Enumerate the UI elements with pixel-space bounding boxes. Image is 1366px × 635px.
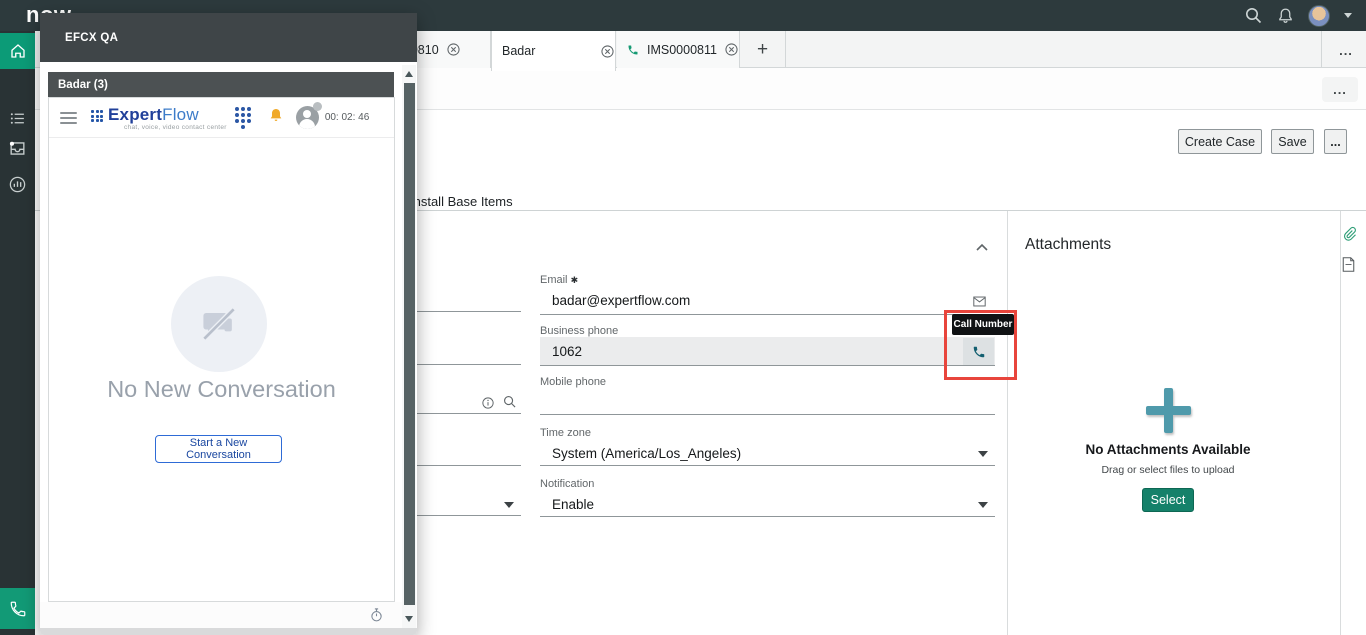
email-field-label: Email ✱: [540, 274, 578, 286]
conversation-accordion-header[interactable]: Badar (3): [48, 72, 394, 97]
sidebar-item-lists[interactable]: [0, 105, 35, 131]
tab-close-icon[interactable]: [601, 45, 614, 58]
notification-label: Notification: [540, 478, 594, 490]
info-icon[interactable]: [482, 396, 494, 414]
overlay-title-bar[interactable]: EFCX QA: [40, 13, 417, 62]
tab-close-icon[interactable]: [725, 43, 738, 56]
notification-dropdown-caret-icon[interactable]: [978, 502, 988, 508]
add-attachment-plus-icon[interactable]: [1146, 388, 1191, 433]
tab-install-base-items[interactable]: Install Base Items: [410, 194, 513, 209]
call-timer: 00: 02: 46: [325, 112, 369, 123]
select-files-button[interactable]: Select: [1142, 488, 1194, 512]
time-zone-value[interactable]: System (America/Los_Angeles): [552, 446, 741, 461]
time-zone-label: Time zone: [540, 427, 591, 439]
toolbar-more-button[interactable]: ...: [1324, 129, 1347, 154]
mobile-phone-underline[interactable]: [540, 414, 995, 415]
business-phone-label: Business phone: [540, 325, 618, 337]
start-conversation-button[interactable]: Start a New Conversation: [155, 435, 282, 463]
tab-label: Badar: [502, 44, 535, 58]
notes-document-icon[interactable]: [1342, 257, 1355, 277]
chevron-down-icon[interactable]: [504, 502, 514, 508]
create-case-button[interactable]: Create Case: [1178, 129, 1262, 154]
tab-close-icon[interactable]: [447, 43, 460, 56]
attachments-empty-title: No Attachments Available: [1038, 442, 1298, 457]
save-button[interactable]: Save: [1271, 129, 1314, 154]
hamburger-menu-icon[interactable]: [60, 109, 77, 127]
paperclip-attachments-icon[interactable]: [1342, 226, 1357, 247]
email-field-value[interactable]: badar@expertflow.com: [552, 293, 690, 308]
efcx-overlay-panel: EFCX QA Badar (3) ExpertFlow chat, voice…: [40, 13, 417, 635]
notification-underline: [540, 516, 995, 517]
notifications-bell-icon[interactable]: [1276, 7, 1294, 25]
overlay-scrollbar[interactable]: [402, 65, 416, 628]
expertflow-widget: ExpertFlow chat, voice, video contact ce…: [48, 97, 395, 602]
panel-divider: [1007, 211, 1008, 635]
dialpad-icon[interactable]: [235, 107, 251, 129]
widget-bell-icon[interactable]: [268, 107, 284, 128]
email-field-underline: [540, 314, 995, 315]
time-zone-underline: [540, 465, 995, 466]
tab-label: IMS0000811: [647, 43, 717, 57]
annotation-highlight-rectangle: [944, 310, 1017, 380]
user-avatar[interactable]: [1308, 5, 1330, 27]
rail-divider: [1340, 211, 1341, 635]
tab-overflow-button[interactable]: ...: [1331, 39, 1361, 61]
sidebar-item-analytics[interactable]: [0, 169, 35, 199]
business-phone-input[interactable]: 1062: [540, 337, 995, 366]
tab-bar-divider: [1321, 31, 1322, 68]
notification-value[interactable]: Enable: [552, 497, 594, 512]
expertflow-tagline: chat, voice, video contact center: [124, 124, 227, 131]
search-icon[interactable]: [1244, 7, 1262, 25]
record-header-more-button[interactable]: ...: [1322, 77, 1358, 102]
phone-call-icon: [627, 44, 639, 56]
sidebar-item-inbox[interactable]: [0, 133, 35, 163]
timer-clock-icon[interactable]: [370, 608, 383, 627]
presence-dot: [313, 102, 322, 111]
left-nav-sidebar: [0, 31, 35, 635]
overlay-footer: [40, 602, 417, 628]
sidebar-phone-widget-toggle[interactable]: [0, 588, 35, 629]
attachments-hint: Drag or select files to upload: [1038, 464, 1298, 476]
time-zone-dropdown-caret-icon[interactable]: [978, 451, 988, 457]
add-tab-button[interactable]: +: [740, 31, 786, 68]
attachments-title: Attachments: [1025, 236, 1111, 254]
no-conversation-text: No New Conversation: [49, 376, 394, 403]
tab-badar-active[interactable]: Badar: [491, 31, 616, 71]
agent-avatar-icon[interactable]: [296, 106, 319, 129]
scrollbar-thumb[interactable]: [404, 83, 415, 605]
tab-ims0000811[interactable]: IMS0000811: [617, 31, 740, 68]
ellipsis-icon: ...: [1339, 43, 1353, 58]
scroll-down-arrow-icon[interactable]: [405, 616, 413, 622]
ellipsis-icon: ...: [1333, 82, 1347, 97]
expertflow-logo-icon: [91, 110, 104, 125]
required-mark: ✱: [571, 275, 579, 285]
accordion-label: Badar (3): [58, 79, 108, 91]
scroll-up-arrow-icon[interactable]: [405, 71, 413, 77]
no-conversation-illustration: [171, 276, 267, 372]
business-phone-value: 1062: [552, 344, 582, 359]
expertflow-logo-text: ExpertFlow: [108, 105, 199, 125]
overlay-bottom-edge: [40, 628, 417, 635]
section-collapse-chevron-icon[interactable]: [975, 239, 989, 257]
mobile-phone-label: Mobile phone: [540, 376, 606, 388]
widget-header: ExpertFlow chat, voice, video contact ce…: [49, 98, 394, 138]
sidebar-item-home[interactable]: [0, 33, 35, 69]
avatar-dropdown-caret-icon[interactable]: [1344, 13, 1352, 18]
overlay-title: EFCX QA: [65, 32, 118, 44]
chat-slash-icon: [197, 302, 241, 346]
reference-search-icon[interactable]: [503, 395, 516, 413]
